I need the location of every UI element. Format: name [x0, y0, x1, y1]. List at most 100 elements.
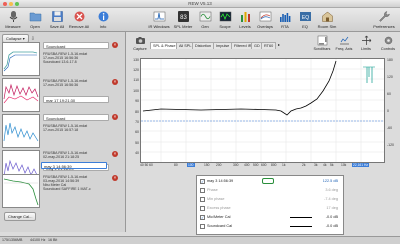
camera-icon — [135, 37, 145, 44]
tab-impulse[interactable]: Impulse — [213, 42, 233, 49]
measurement-name[interactable]: may 3 14:56:39 — [41, 162, 107, 169]
room-sim-button[interactable]: Room Sim — [316, 10, 338, 31]
measurement-date: 17-nov-2015 16:56:36 — [43, 83, 79, 87]
open-folder-icon — [29, 12, 41, 22]
measurement-item[interactable]: Soundcard × FRUSBA REW 1-5-16.mdat 17-no… — [2, 114, 122, 148]
phase-trace — [366, 67, 373, 83]
x-tick: 5k — [330, 163, 334, 167]
x-tick: 3k — [314, 163, 318, 167]
change-cal-button[interactable]: Change Cal... — [4, 212, 37, 221]
measurement-item[interactable]: FRUSBA REW 1-5-16.mdat 03-may-2016 14:56… — [2, 174, 122, 208]
ir-windows-icon — [153, 11, 165, 22]
legend-label: Mic/Meter Cal — [207, 215, 231, 219]
measurement-soundcard: Soundcard SAFFIRE 1 MAT-c — [43, 187, 91, 191]
spl-meter-button[interactable]: 83 SPL Meter — [172, 10, 194, 31]
controls-label: Controls — [380, 47, 396, 51]
levels-icon — [240, 12, 250, 22]
levels-button[interactable]: Levels — [234, 10, 256, 31]
collapse-label: Collapse — [6, 36, 22, 41]
rew-window: REW V5.13 Measure Open Save All Remove A… — [0, 0, 400, 244]
save-all-button[interactable]: Save All — [46, 10, 68, 31]
remove-measurement-icon[interactable]: × — [112, 151, 118, 157]
measurement-note: Soundcard 13.6-17.8 — [43, 60, 77, 64]
open-button[interactable]: Open — [24, 10, 46, 31]
tabs-overflow-icon[interactable]: ▸ — [278, 42, 280, 47]
measurement-item[interactable]: FRUSBA REW 1-5-16.mdat 17-nov-2015 16:56… — [2, 78, 122, 112]
legend-line-swatch — [290, 217, 312, 218]
measurement-thumbnail — [2, 174, 40, 208]
tab-spl-phase[interactable]: SPL & Phase — [150, 42, 179, 49]
controls-button[interactable]: Controls — [378, 33, 398, 53]
y-tick: 120 — [133, 68, 139, 72]
legend-checkbox[interactable] — [200, 224, 205, 229]
measurement-item[interactable]: Soundcard × FRUSBA REW 1-5-16.mdat 17-no… — [2, 42, 122, 76]
overlays-button[interactable]: Overlays — [254, 10, 276, 31]
measurement-info: FRUSBA REW 1-5-16.mdat 02-may-2016 21:18… — [43, 151, 109, 159]
scrollbars-label: Scrollbars — [313, 47, 331, 51]
legend-checkbox[interactable]: ✓ — [200, 215, 205, 220]
capture-button[interactable]: Capture — [130, 33, 150, 53]
spl-meter-icon: 83 — [177, 11, 189, 22]
y-tick: 40 — [135, 151, 139, 155]
generator-button[interactable]: Gen — [194, 10, 216, 31]
x-tick: 300 — [233, 163, 239, 167]
rta-button[interactable]: RTA — [274, 10, 296, 31]
remove-all-button[interactable]: Remove All — [68, 10, 90, 31]
legend-row-soundcard-cal[interactable]: Soundcard Cal -0.0 dB — [200, 223, 342, 231]
main-toolbar: Measure Open Save All Remove All Info IR… — [0, 8, 400, 32]
legend-row-mic-cal[interactable]: ✓ Mic/Meter Cal -0.0 dB — [200, 214, 342, 222]
x-tick: 4k — [323, 163, 327, 167]
measurement-thumbnail — [2, 114, 40, 148]
x-axis-end[interactable]: 22,161 Hz — [352, 163, 370, 167]
x-tick-selected[interactable]: 100 — [187, 163, 195, 167]
scrollbars-button[interactable]: Scrollbars — [312, 33, 332, 53]
scrollbars-icon — [317, 35, 327, 46]
room-sim-label: Room Sim — [317, 24, 337, 29]
legend-line-swatch — [290, 226, 312, 227]
limits-icon — [361, 35, 371, 45]
remove-measurement-icon[interactable]: × — [112, 42, 118, 48]
legend-row-excess-phase[interactable]: Excess phase 17 deg — [200, 205, 342, 213]
legend-checkbox[interactable] — [200, 197, 205, 202]
legend-checkbox[interactable] — [200, 188, 205, 193]
measurement-name[interactable]: Soundcard — [43, 114, 109, 121]
legend-checkbox[interactable]: ✓ — [200, 179, 205, 184]
phase-tick: 120 — [387, 75, 393, 79]
tab-rt60[interactable]: RT60 — [261, 42, 277, 49]
measure-label: Measure — [5, 24, 21, 29]
spl-phase-graph[interactable] — [140, 58, 385, 163]
legend-value: -7.4 deg — [324, 197, 338, 201]
x-tick: 150 — [204, 163, 210, 167]
legend-row-min-phase[interactable]: Min phase -7.4 deg — [200, 196, 342, 204]
legend-label: Min phase — [207, 197, 225, 201]
y-tick: 110 — [133, 78, 139, 82]
ir-windows-button[interactable]: IR Windows — [148, 10, 170, 31]
spl-meter-reading: 83 — [180, 15, 187, 21]
measurement-name[interactable]: mar 17 19:21:30 — [43, 96, 109, 103]
limits-button[interactable]: Limits — [356, 33, 376, 53]
preferences-button[interactable]: Preferences — [370, 10, 398, 31]
info-button[interactable]: Info — [92, 10, 114, 31]
freq-axis-button[interactable]: Freq. Axis — [334, 33, 354, 53]
eq-icon: EQ — [299, 12, 311, 21]
measurement-name[interactable]: Soundcard — [43, 42, 109, 49]
collapse-down-icon[interactable]: ⇩ — [31, 36, 35, 42]
legend-row-phase[interactable]: Phase 3.6 deg — [200, 187, 342, 195]
eq-label: EQ — [302, 24, 308, 29]
measure-button[interactable]: Measure — [2, 10, 24, 31]
remove-measurement-icon[interactable]: × — [112, 114, 118, 120]
memory-usage: 175/1356MB — [2, 238, 23, 242]
legend-row-measurement[interactable]: ✓ may 3 14:56:39 122.5 dB — [200, 178, 342, 186]
tab-distortion[interactable]: Distortion — [192, 42, 215, 49]
eq-button[interactable]: EQ EQ — [294, 10, 316, 31]
graph-legend: ✓ may 3 14:56:39 122.5 dB Phase 3.6 deg … — [196, 175, 344, 235]
scope-button[interactable]: Scope — [214, 10, 236, 31]
measurement-info: FRUSBA REW 1-5-16.mdat 03-may-2016 14:56… — [43, 175, 109, 191]
legend-checkbox[interactable] — [200, 206, 205, 211]
remove-measurement-icon[interactable]: × — [112, 175, 118, 181]
remove-measurement-icon[interactable]: × — [112, 79, 118, 85]
legend-value: -0.0 dB — [325, 215, 338, 219]
wrench-icon — [378, 11, 390, 22]
measurements-panel: Collapse ▾ ⇩ Soundcard × FRUSBA REW 1-5-… — [0, 32, 126, 232]
measurement-name-row[interactable]: may 3 14:56:39 — [40, 162, 120, 172]
